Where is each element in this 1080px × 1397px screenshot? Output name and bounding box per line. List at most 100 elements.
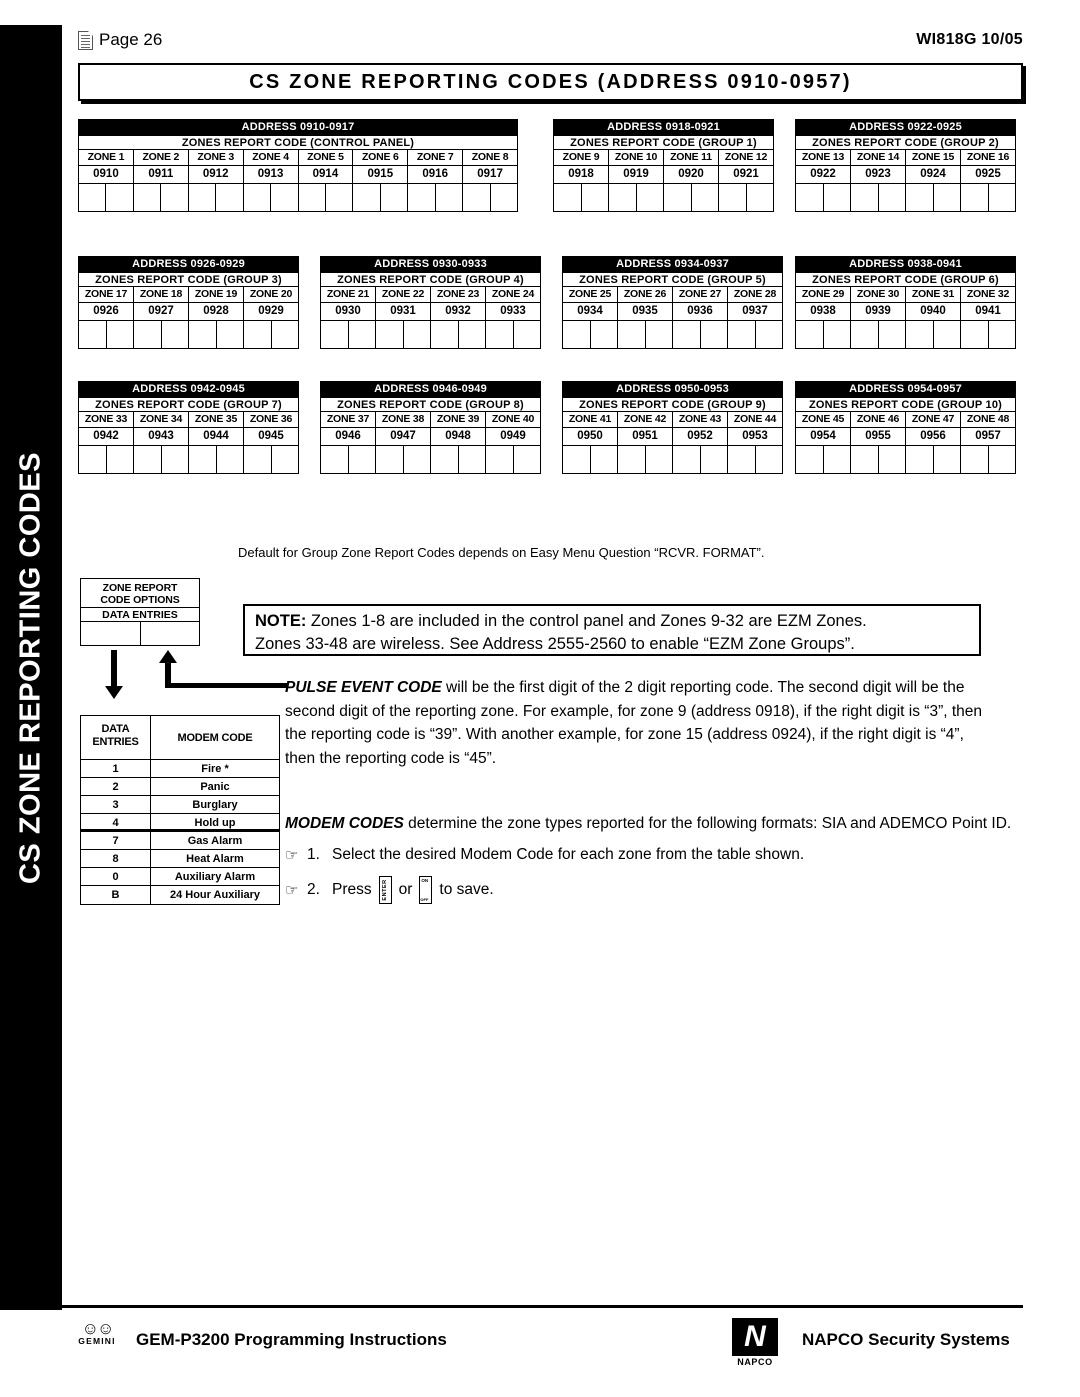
data-entry-group[interactable] <box>618 446 673 473</box>
modem-code-row[interactable]: 2 Panic <box>81 778 279 796</box>
data-entry-row[interactable] <box>563 445 782 473</box>
data-entry-cell[interactable] <box>376 446 404 473</box>
data-entry-cell[interactable] <box>989 184 1016 211</box>
data-entry-group[interactable] <box>563 446 618 473</box>
data-entry-cell[interactable] <box>934 321 961 348</box>
data-entry-cell[interactable] <box>514 321 541 348</box>
data-entry-cell[interactable] <box>216 184 242 211</box>
modem-code-row[interactable]: 0 Auxiliary Alarm <box>81 868 279 886</box>
modem-code-row[interactable]: 3 Burglary <box>81 796 279 814</box>
data-entry-cell[interactable] <box>618 446 646 473</box>
data-entry-cell[interactable] <box>272 446 299 473</box>
data-entry-cell[interactable] <box>961 184 989 211</box>
data-entry-row[interactable] <box>796 445 1015 473</box>
data-entry-cell[interactable] <box>747 184 774 211</box>
data-entry-cell[interactable] <box>796 321 824 348</box>
data-entry-cell[interactable] <box>486 446 514 473</box>
data-entry-row[interactable] <box>79 183 517 211</box>
data-entry-row[interactable] <box>796 183 1015 211</box>
data-entry-group[interactable] <box>189 184 244 211</box>
data-entry-cell[interactable] <box>728 446 756 473</box>
data-entry-group[interactable] <box>673 321 728 348</box>
data-entry-cell[interactable] <box>244 184 272 211</box>
data-entry-cell[interactable] <box>272 321 299 348</box>
data-entry-cell[interactable] <box>404 321 431 348</box>
data-entry-cell[interactable] <box>906 446 934 473</box>
on-off-key-icon[interactable]: ON OFF <box>419 876 433 904</box>
legend-entry-cell[interactable] <box>81 622 141 645</box>
data-entry-cell[interactable] <box>673 321 701 348</box>
data-entry-cell[interactable] <box>934 446 961 473</box>
data-entry-group[interactable] <box>299 184 354 211</box>
data-entry-group[interactable] <box>79 446 134 473</box>
data-entry-row[interactable] <box>79 320 298 348</box>
data-entry-group[interactable] <box>189 321 244 348</box>
legend-entry-row[interactable] <box>81 622 199 645</box>
data-entry-cell[interactable] <box>851 184 879 211</box>
data-entry-group[interactable] <box>961 446 1015 473</box>
data-entry-group[interactable] <box>796 184 851 211</box>
data-entry-group[interactable] <box>673 446 728 473</box>
data-entry-cell[interactable] <box>353 184 381 211</box>
data-entry-group[interactable] <box>851 184 906 211</box>
data-entry-group[interactable] <box>463 184 517 211</box>
data-entry-cell[interactable] <box>692 184 719 211</box>
data-entry-cell[interactable] <box>134 446 162 473</box>
data-entry-cell[interactable] <box>79 184 107 211</box>
data-entry-cell[interactable] <box>189 446 217 473</box>
data-entry-cell[interactable] <box>756 321 783 348</box>
data-entry-group[interactable] <box>321 321 376 348</box>
modem-code-row[interactable]: 1 Fire * <box>81 760 279 778</box>
data-entry-cell[interactable] <box>376 321 404 348</box>
data-entry-cell[interactable] <box>134 184 162 211</box>
data-entry-cell[interactable] <box>491 184 517 211</box>
data-entry-cell[interactable] <box>436 184 462 211</box>
data-entry-group[interactable] <box>719 184 773 211</box>
data-entry-group[interactable] <box>431 321 486 348</box>
data-entry-group[interactable] <box>961 321 1015 348</box>
enter-key-icon[interactable]: ENTER <box>378 876 392 904</box>
data-entry-cell[interactable] <box>321 446 349 473</box>
data-entry-cell[interactable] <box>906 184 934 211</box>
data-entry-cell[interactable] <box>989 446 1016 473</box>
data-entry-cell[interactable] <box>162 321 189 348</box>
data-entry-group[interactable] <box>408 184 464 211</box>
data-entry-group[interactable] <box>728 321 782 348</box>
data-entry-cell[interactable] <box>646 321 673 348</box>
data-entry-cell[interactable] <box>106 184 132 211</box>
data-entry-cell[interactable] <box>271 184 297 211</box>
data-entry-cell[interactable] <box>563 446 591 473</box>
data-entry-cell[interactable] <box>189 321 217 348</box>
data-entry-cell[interactable] <box>161 184 187 211</box>
data-entry-cell[interactable] <box>851 446 879 473</box>
data-entry-cell[interactable] <box>618 321 646 348</box>
data-entry-cell[interactable] <box>244 446 272 473</box>
data-entry-cell[interactable] <box>217 321 244 348</box>
data-entry-cell[interactable] <box>326 184 352 211</box>
data-entry-cell[interactable] <box>879 446 906 473</box>
data-entry-cell[interactable] <box>107 321 134 348</box>
data-entry-row[interactable] <box>796 320 1015 348</box>
data-entry-cell[interactable] <box>609 184 637 211</box>
data-entry-group[interactable] <box>244 184 299 211</box>
data-entry-cell[interactable] <box>514 446 541 473</box>
data-entry-cell[interactable] <box>719 184 747 211</box>
data-entry-group[interactable] <box>189 446 244 473</box>
data-entry-row[interactable] <box>321 445 540 473</box>
data-entry-group[interactable] <box>728 446 782 473</box>
data-entry-cell[interactable] <box>162 446 189 473</box>
data-entry-group[interactable] <box>851 321 906 348</box>
data-entry-group[interactable] <box>961 184 1015 211</box>
data-entry-group[interactable] <box>134 446 189 473</box>
data-entry-cell[interactable] <box>961 446 989 473</box>
modem-code-row[interactable]: 8 Heat Alarm <box>81 850 279 868</box>
data-entry-cell[interactable] <box>591 321 618 348</box>
data-entry-cell[interactable] <box>404 446 431 473</box>
data-entry-cell[interactable] <box>554 184 582 211</box>
data-entry-cell[interactable] <box>349 321 376 348</box>
data-entry-cell[interactable] <box>673 446 701 473</box>
data-entry-group[interactable] <box>376 446 431 473</box>
data-entry-group[interactable] <box>664 184 719 211</box>
data-entry-cell[interactable] <box>637 184 664 211</box>
data-entry-cell[interactable] <box>431 321 459 348</box>
